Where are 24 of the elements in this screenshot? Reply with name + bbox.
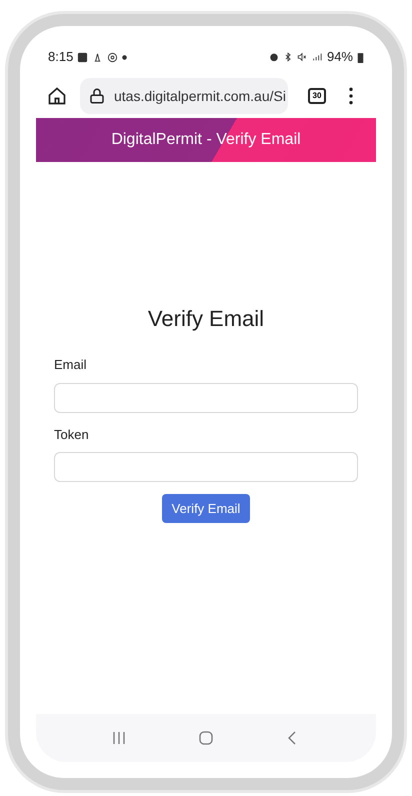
more-menu-icon[interactable] — [348, 86, 354, 106]
status-time: 8:15 — [48, 48, 74, 66]
field-label: Email — [54, 356, 88, 374]
dot-icon — [122, 54, 128, 60]
bluetooth-icon — [282, 52, 293, 62]
header-title: DigitalPermit - Verify Email — [111, 130, 301, 150]
form-title: Verify Email — [146, 305, 266, 333]
lock-icon — [88, 87, 106, 105]
target-icon — [107, 52, 118, 62]
home-nav-icon[interactable] — [198, 731, 213, 745]
url-text: utas.digitalpermit.com.au/Si — [114, 86, 286, 106]
field-label: Token — [54, 426, 90, 444]
recent-apps-icon[interactable] — [112, 731, 126, 745]
text-field[interactable] — [54, 382, 358, 412]
home-icon — [47, 86, 67, 106]
verify-email-button[interactable]: Verify Email — [162, 494, 250, 523]
text-field[interactable] — [54, 452, 358, 482]
address-bar[interactable]: utas.digitalpermit.com.au/Si — [80, 78, 288, 114]
image-icon — [77, 52, 88, 62]
battery-icon — [357, 52, 364, 62]
battery-percentage: 94% — [326, 48, 353, 66]
mute-icon — [296, 52, 307, 62]
tab-count-button[interactable]: 30 — [308, 88, 326, 104]
signal-icon — [310, 52, 323, 62]
